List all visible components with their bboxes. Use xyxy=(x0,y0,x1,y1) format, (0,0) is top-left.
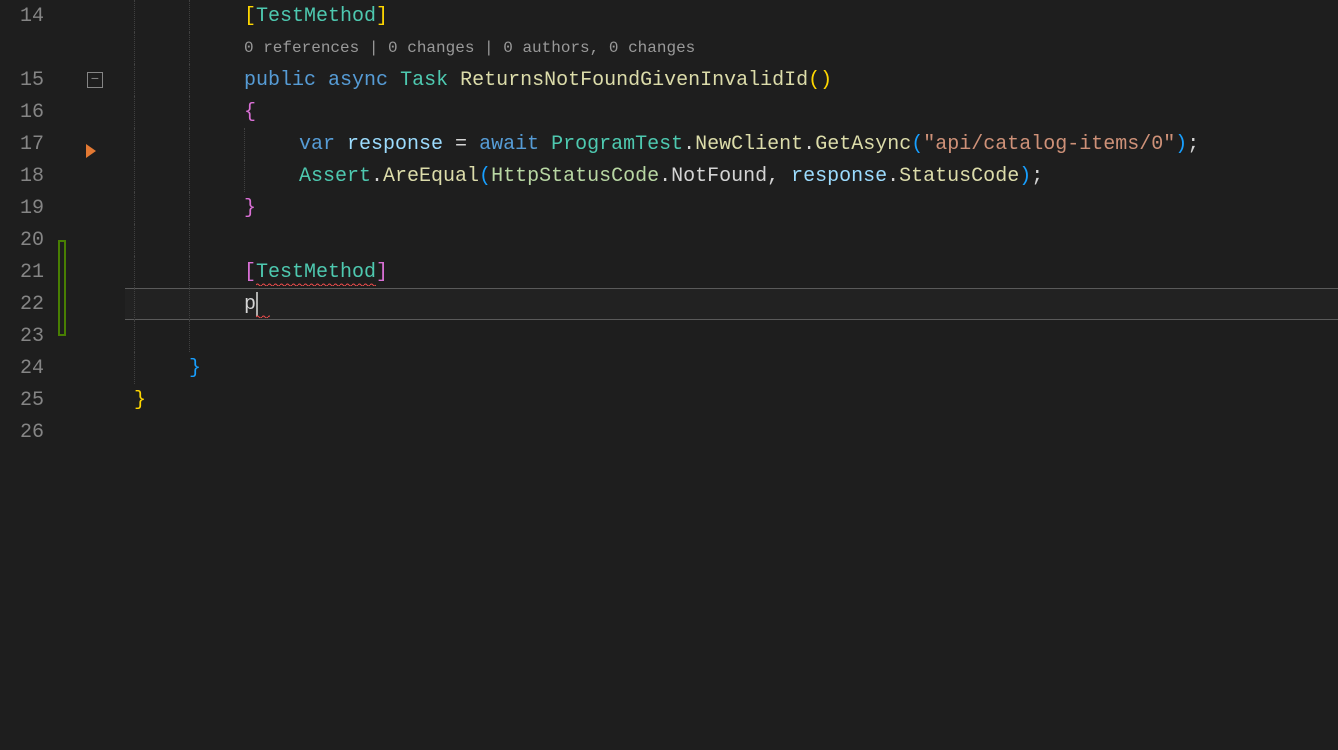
type-task: Task xyxy=(400,69,448,92)
line-number: 23 xyxy=(0,325,58,348)
text-cursor xyxy=(256,292,258,316)
line-number: 17 xyxy=(0,133,58,156)
brace-close: } xyxy=(244,197,256,220)
paren-close: ) xyxy=(820,69,832,92)
code-content[interactable]: } xyxy=(134,384,1338,416)
run-test-icon[interactable] xyxy=(86,144,96,158)
fold-toggle-icon[interactable]: − xyxy=(87,72,103,88)
line-number: 16 xyxy=(0,101,58,124)
code-content[interactable]: } xyxy=(134,352,1338,384)
editor-line[interactable]: 24 } xyxy=(0,352,1338,384)
line-number: 22 xyxy=(0,293,58,316)
string-literal: "api/catalog-items/0" xyxy=(923,133,1175,156)
kw-async: async xyxy=(328,69,388,92)
kw-public: public xyxy=(244,69,316,92)
kw-await: await xyxy=(479,133,539,156)
typed-text: p xyxy=(244,293,256,316)
editor-line-current[interactable]: 22 p xyxy=(0,288,1338,320)
line-number: 19 xyxy=(0,197,58,220)
brace-open: { xyxy=(244,101,256,124)
bracket-open: [ xyxy=(244,5,256,28)
editor-line[interactable]: 19 } xyxy=(0,192,1338,224)
brace-close: } xyxy=(189,357,201,380)
method-getasync: GetAsync xyxy=(815,133,911,156)
code-content[interactable] xyxy=(134,416,1338,448)
kw-var: var xyxy=(299,133,335,156)
var-response: response xyxy=(791,165,887,188)
editor-rows: 14 [TestMethod] 0 references | 0 changes… xyxy=(0,0,1338,750)
code-content[interactable] xyxy=(134,320,1338,352)
line-number: 25 xyxy=(0,389,58,412)
editor-line[interactable]: 16 { xyxy=(0,96,1338,128)
paren-close: ) xyxy=(1019,165,1031,188)
error-squiggle xyxy=(256,283,376,286)
dot: . xyxy=(803,133,815,156)
line-number: 15 xyxy=(0,69,58,92)
attribute: TestMethod xyxy=(256,5,376,28)
prop-newclient: NewClient xyxy=(695,133,803,156)
enum-notfound: NotFound xyxy=(671,165,767,188)
editor-line[interactable]: 14 [TestMethod] xyxy=(0,0,1338,32)
paren-open: ( xyxy=(911,133,923,156)
outline-column[interactable]: − xyxy=(86,72,134,88)
line-number: 21 xyxy=(0,261,58,284)
line-number: 14 xyxy=(0,5,58,28)
editor-line[interactable]: 18 Assert.AreEqual(HttpStatusCode.NotFou… xyxy=(0,160,1338,192)
enum-httpstatuscode: HttpStatusCode xyxy=(491,165,659,188)
error-squiggle xyxy=(256,315,270,318)
code-content[interactable]: var response = await ProgramTest.NewClie… xyxy=(134,128,1338,160)
paren-open: ( xyxy=(479,165,491,188)
semicolon: ; xyxy=(1031,165,1043,188)
code-content[interactable]: { xyxy=(134,96,1338,128)
editor-line[interactable]: 25 } xyxy=(0,384,1338,416)
code-content[interactable]: p xyxy=(134,288,1338,320)
editor-line-codelens: 0 references | 0 changes | 0 authors, 0 … xyxy=(0,32,1338,64)
class-assert: Assert xyxy=(299,165,371,188)
line-number: 20 xyxy=(0,229,58,252)
attribute: TestMethod xyxy=(256,261,376,284)
code-content: 0 references | 0 changes | 0 authors, 0 … xyxy=(134,32,1338,64)
code-content[interactable] xyxy=(134,224,1338,256)
method-name: ReturnsNotFoundGivenInvalidId xyxy=(460,69,808,92)
paren-open: ( xyxy=(808,69,820,92)
line-number: 24 xyxy=(0,357,58,380)
line-number: 26 xyxy=(0,421,58,444)
comma: , xyxy=(767,165,791,188)
var-response: response xyxy=(347,133,443,156)
bracket-close: ] xyxy=(376,5,388,28)
semicolon: ; xyxy=(1187,133,1199,156)
brace-close: } xyxy=(134,389,146,412)
method-areequal: AreEqual xyxy=(383,165,479,188)
line-number: 18 xyxy=(0,165,58,188)
editor-line[interactable]: 15 − public async Task ReturnsNotFoundGi… xyxy=(0,64,1338,96)
prop-statuscode: StatusCode xyxy=(899,165,1019,188)
code-content[interactable]: } xyxy=(134,192,1338,224)
editor-line[interactable]: 26 xyxy=(0,416,1338,448)
code-content[interactable]: [TestMethod] xyxy=(134,256,1338,288)
dot: . xyxy=(887,165,899,188)
paren-close: ) xyxy=(1175,133,1187,156)
dot: . xyxy=(371,165,383,188)
editor-line[interactable]: 20 xyxy=(0,224,1338,256)
codelens-text[interactable]: 0 references | 0 changes | 0 authors, 0 … xyxy=(244,32,695,64)
eq: = xyxy=(443,133,479,156)
code-editor[interactable]: 14 [TestMethod] 0 references | 0 changes… xyxy=(0,0,1338,750)
breakpoint-marker[interactable] xyxy=(86,144,96,158)
dot: . xyxy=(683,133,695,156)
editor-line[interactable]: 17 var response = await ProgramTest.NewC… xyxy=(0,128,1338,160)
bracket-close: ] xyxy=(376,261,388,284)
editor-line[interactable]: 21 [TestMethod] xyxy=(0,256,1338,288)
code-content[interactable]: public async Task ReturnsNotFoundGivenIn… xyxy=(134,64,1338,96)
code-content[interactable]: [TestMethod] xyxy=(134,0,1338,32)
editor-line[interactable]: 23 xyxy=(0,320,1338,352)
dot: . xyxy=(659,165,671,188)
bracket-open: [ xyxy=(244,261,256,284)
class-programtest: ProgramTest xyxy=(551,133,683,156)
code-content[interactable]: Assert.AreEqual(HttpStatusCode.NotFound,… xyxy=(134,160,1338,192)
